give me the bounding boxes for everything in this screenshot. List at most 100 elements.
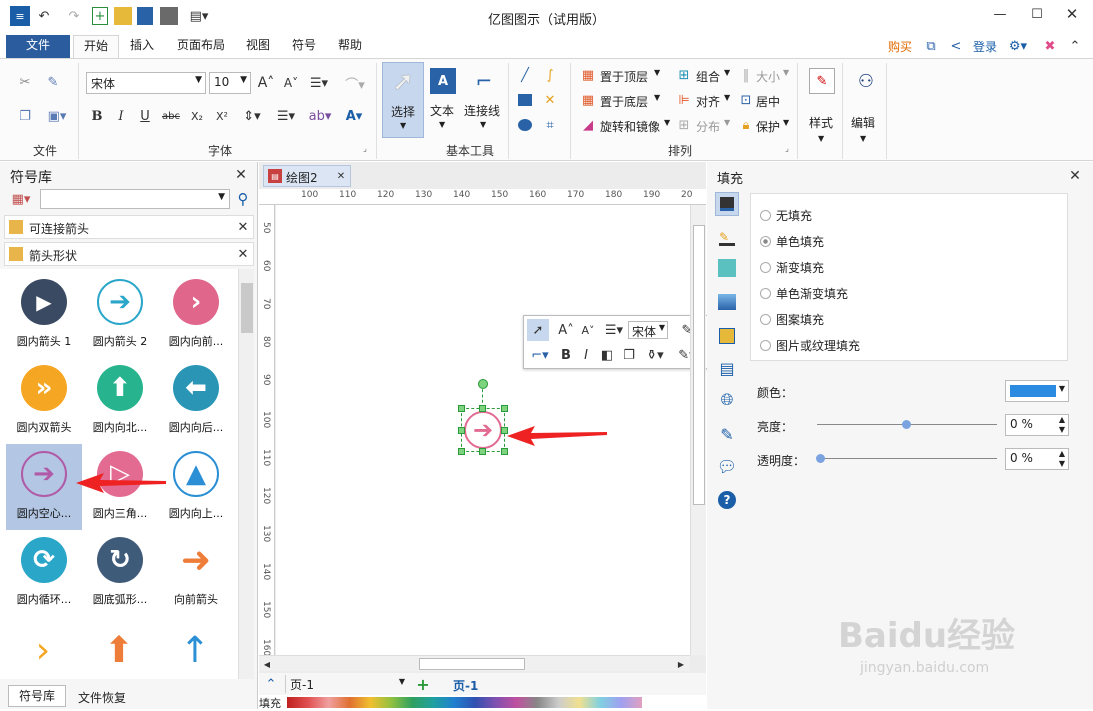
select-tool-button[interactable]: ➚ 选择 ▼ — [382, 62, 424, 138]
copy-icon[interactable]: ❐ — [14, 105, 36, 127]
tab-file[interactable]: 文件 — [6, 35, 70, 58]
share-screen-icon[interactable]: ⧉ — [922, 37, 940, 55]
scrollbar-thumb[interactable] — [419, 658, 525, 670]
library-search-input[interactable]: ▼ — [40, 189, 230, 209]
distribute-button[interactable]: 分布 — [696, 118, 720, 135]
cut-icon[interactable]: ✂ — [14, 71, 36, 93]
bring-front-button[interactable]: 置于顶层 — [600, 68, 648, 85]
shrink-font-icon[interactable]: A˅ — [281, 72, 301, 94]
line-tool-icon[interactable]: ╱ — [515, 65, 535, 85]
scroll-left-icon[interactable]: ◀ — [261, 657, 273, 671]
symbol-item[interactable]: › 圆内向前... — [157, 279, 235, 349]
fill-option-single-gradient[interactable]: 单色渐变填充 — [760, 285, 848, 302]
symbol-item[interactable]: ⬅ 圆内向后... — [157, 365, 235, 435]
maximize-button[interactable]: ☐ — [1027, 4, 1047, 24]
blue-up-arrow-icon[interactable]: ↑ — [172, 627, 218, 673]
text-tool-button[interactable]: A 文本 ▼ — [428, 62, 460, 138]
collapse-ribbon-icon[interactable]: ⌃ — [1066, 37, 1084, 55]
transparency-slider-track[interactable] — [817, 458, 997, 459]
format-painter-icon[interactable]: ✎ — [42, 71, 64, 93]
brightness-spinner[interactable]: 0 % ▲ ▼ — [1005, 414, 1069, 436]
strikethrough-button[interactable]: abc — [160, 105, 182, 127]
tab-view[interactable]: 视图 — [240, 35, 276, 58]
search-icon[interactable]: ⚲ — [234, 189, 252, 209]
subscript-button[interactable]: X₂ — [187, 105, 207, 127]
symbol-item[interactable]: ▶ 圆内箭头 1 — [5, 279, 83, 349]
align-button[interactable]: 对齐 — [696, 93, 720, 110]
login-link[interactable]: 登录 — [973, 38, 997, 55]
fill-option-pattern[interactable]: 图案填充 — [760, 311, 824, 328]
curve-tool-icon[interactable]: ∫ — [540, 65, 560, 85]
mini-duplicate-icon[interactable]: ❐ — [620, 344, 638, 366]
symbol-item[interactable]: » 圆内双箭头 — [5, 365, 83, 435]
open-file-icon[interactable] — [114, 7, 132, 25]
shadow-icon[interactable] — [715, 256, 739, 280]
grow-font-icon[interactable]: A˄ — [256, 72, 276, 94]
tab-page-layout[interactable]: 页面布局 — [170, 35, 232, 58]
doc-tab-close-icon[interactable]: ✕ — [334, 168, 348, 184]
mini-shrink-font-icon[interactable]: A˅ — [578, 319, 598, 341]
undo-icon[interactable]: ↶ — [36, 6, 52, 26]
category-arrow-shapes[interactable]: 箭头形状 ✕ — [4, 242, 254, 266]
tab-file-recovery[interactable]: 文件恢复 — [78, 689, 126, 706]
mini-fill-color-icon[interactable]: ⚱▾ — [642, 344, 668, 366]
tab-insert[interactable]: 插入 — [122, 35, 162, 58]
minimize-button[interactable]: — — [990, 4, 1010, 24]
theme-icon[interactable]: ✖ — [1041, 37, 1059, 55]
tab-help[interactable]: 帮助 — [330, 35, 370, 58]
help-icon[interactable]: ? — [715, 488, 739, 512]
symbol-item[interactable]: ⬆ 圆内向北... — [81, 365, 159, 435]
page-properties-icon[interactable]: ▤ — [715, 356, 739, 380]
category-close-icon[interactable]: ✕ — [235, 219, 251, 235]
resize-handle[interactable] — [458, 448, 465, 455]
mini-bold-button[interactable]: B — [558, 344, 574, 366]
resize-handle[interactable] — [479, 405, 486, 412]
color-picker[interactable]: ▼ — [1005, 380, 1069, 402]
close-window-button[interactable]: ✕ — [1062, 4, 1082, 24]
scrollbar-thumb[interactable] — [241, 283, 253, 333]
library-close-button[interactable]: ✕ — [232, 166, 250, 184]
paste-icon[interactable]: ▣▾ — [42, 105, 72, 127]
bullet-list-icon[interactable]: ☰▾ — [272, 105, 300, 127]
symbol-item[interactable]: ▲ 圆内向上... — [157, 451, 235, 521]
print-icon[interactable] — [160, 7, 178, 25]
fill-option-solid[interactable]: 单色填充 — [760, 233, 824, 250]
redo-icon[interactable]: ↷ — [66, 6, 82, 26]
layers-icon[interactable] — [715, 324, 739, 348]
resize-handle[interactable] — [458, 427, 465, 434]
orange-up-arrow-icon[interactable]: ⬆ — [96, 627, 142, 673]
symbol-item[interactable]: ➜ 向前箭头 — [157, 537, 235, 607]
size-button[interactable]: 大小 — [756, 68, 780, 85]
text-curve-icon[interactable]: ⌒▾ — [340, 72, 370, 94]
line-spacing-icon[interactable]: ⇕▾ — [238, 105, 266, 127]
font-color-icon[interactable]: A▾ — [340, 105, 368, 127]
circle-hollow-arrow-shape[interactable]: ➔ — [464, 411, 502, 449]
text-highlight-icon[interactable]: ab▾ — [305, 105, 335, 127]
settings-gear-icon[interactable]: ⚙▾ — [1006, 37, 1030, 55]
ellipse-tool-icon[interactable] — [515, 115, 535, 135]
mini-align-icon[interactable]: ☰▾ — [602, 319, 626, 341]
rotate-handle[interactable] — [478, 379, 488, 389]
brightness-slider-thumb[interactable] — [902, 420, 911, 429]
point-tool-icon[interactable]: ✕ — [540, 90, 560, 110]
fill-option-picture[interactable]: 图片或纹理填充 — [760, 337, 860, 354]
new-file-icon[interactable]: + — [92, 7, 108, 25]
symbol-item[interactable]: ↻ 圆底弧形... — [81, 537, 159, 607]
page-tab[interactable]: 页-1 — [453, 677, 478, 694]
send-back-button[interactable]: 置于底层 — [600, 93, 648, 110]
add-page-icon[interactable]: + — [415, 675, 431, 694]
tab-symbol[interactable]: 符号 — [284, 35, 324, 58]
transparency-spinner[interactable]: 0 % ▲ ▼ — [1005, 448, 1069, 470]
resize-handle[interactable] — [458, 405, 465, 412]
resize-handle[interactable] — [501, 448, 508, 455]
image-icon[interactable] — [715, 290, 739, 314]
library-scrollbar[interactable] — [238, 269, 254, 679]
resize-handle[interactable] — [501, 405, 508, 412]
save-icon[interactable] — [137, 7, 153, 25]
share-icon[interactable]: < — [947, 37, 965, 55]
protect-button[interactable]: 保护 — [756, 118, 780, 135]
superscript-button[interactable]: X² — [212, 105, 232, 127]
font-name-select[interactable]: 宋体 ▼ — [86, 72, 206, 94]
category-connectable-arrows[interactable]: 可连接箭头 ✕ — [4, 215, 254, 239]
center-button[interactable]: 居中 — [756, 93, 780, 110]
